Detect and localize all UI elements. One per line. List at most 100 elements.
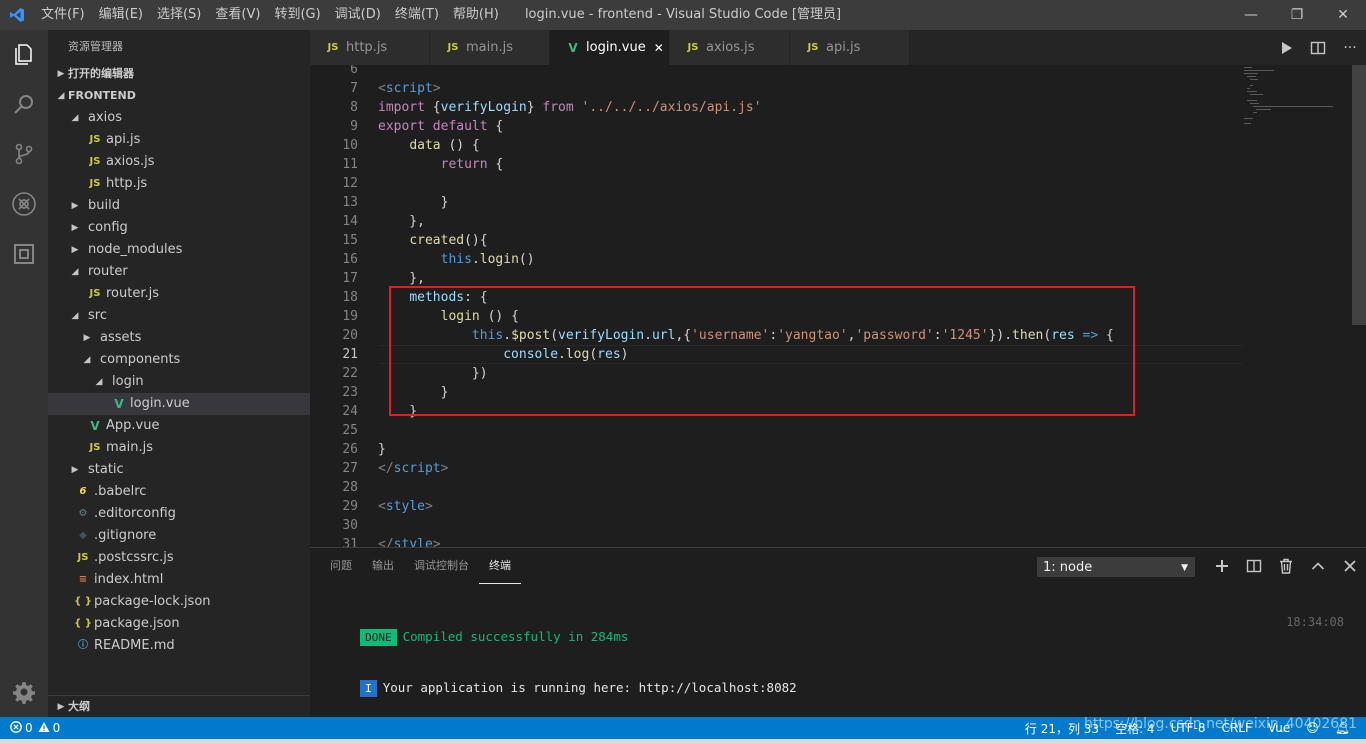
files-icon[interactable] <box>0 30 48 78</box>
code-line: } <box>378 440 1246 459</box>
tree-file[interactable]: ◆ .gitignore <box>48 525 310 547</box>
tree-item-label: .gitignore <box>94 528 157 543</box>
close-tab-icon[interactable]: ✕ <box>654 41 664 55</box>
editor-tab[interactable]: JS main.js <box>430 30 550 65</box>
indentation[interactable]: 空格: 4 <box>1107 720 1163 737</box>
code-token: script <box>385 81 433 96</box>
js-file-icon: JS <box>89 442 101 453</box>
kill-terminal-icon[interactable] <box>1270 548 1302 584</box>
restore-button[interactable]: ❐ <box>1274 0 1320 30</box>
tree-folder[interactable]: ▶ node_modules <box>48 239 310 261</box>
tab-label: axios.js <box>706 40 755 55</box>
debug-icon[interactable] <box>0 180 48 228</box>
tree-folder[interactable]: ◢ axios <box>48 107 310 129</box>
project-header[interactable]: ◢ FRONTEND <box>48 85 310 107</box>
end-of-line[interactable]: CRLF <box>1214 721 1260 735</box>
tree-folder[interactable]: ▶ build <box>48 195 310 217</box>
search-icon[interactable] <box>0 80 48 128</box>
split-editor-icon[interactable] <box>1302 30 1334 65</box>
minimize-button[interactable]: — <box>1228 0 1274 30</box>
chevron-right-icon: ▶ <box>83 333 91 343</box>
tree-file[interactable]: JS .postcssrc.js <box>48 547 310 569</box>
encoding[interactable]: UTF-8 <box>1163 721 1214 735</box>
tree-folder[interactable]: ◢ login <box>48 371 310 393</box>
panel-tab[interactable]: 输出 <box>362 548 404 584</box>
line-number: 6 <box>350 65 358 77</box>
terminal-select[interactable]: 1: node ▼ <box>1037 557 1195 577</box>
menu-item[interactable]: 文件(F) <box>34 0 92 30</box>
tree-folder[interactable]: ◢ src <box>48 305 310 327</box>
code-line: </script> <box>378 459 1246 478</box>
tree-folder[interactable]: ▶ config <box>48 217 310 239</box>
more-actions-icon[interactable]: ··· <box>1334 30 1366 65</box>
tree-file[interactable]: ⓘ README.md <box>48 635 310 657</box>
menu-item[interactable]: 终端(T) <box>388 0 446 30</box>
panel-tab[interactable]: 调试控制台 <box>404 548 479 584</box>
tree-file[interactable]: { } package.json <box>48 613 310 635</box>
tree-file[interactable]: ⚙ .editorconfig <box>48 503 310 525</box>
settings-icon[interactable] <box>0 668 48 716</box>
menu-item[interactable]: 转到(G) <box>267 0 327 30</box>
tree-folder[interactable]: ▶ static <box>48 459 310 481</box>
menu-item[interactable]: 调试(D) <box>328 0 388 30</box>
open-editors-header[interactable]: ▶ 打开的编辑器 <box>48 63 310 85</box>
tree-file[interactable]: JS http.js <box>48 173 310 195</box>
tree-item-label: login.vue <box>130 396 190 411</box>
code-editor[interactable]: 6 7 8 9 10 11 12 13 14 15 16 17 18 19 20 21 22 23 24 25 26 27… <box>310 65 1366 547</box>
split-terminal-icon[interactable] <box>1238 548 1270 584</box>
code-token: { <box>487 119 504 134</box>
problems-status[interactable]: 0 0 <box>0 720 60 736</box>
tree-file[interactable]: JS axios.js <box>48 151 310 173</box>
notifications-bell-icon[interactable]: 🔔︎ <box>1327 721 1358 735</box>
tree-file[interactable]: ≡ index.html <box>48 569 310 591</box>
menu-item[interactable]: 选择(S) <box>150 0 208 30</box>
tree-file[interactable]: JS main.js <box>48 437 310 459</box>
babel-file-icon: 6 <box>79 486 87 497</box>
tree-file[interactable]: { } package-lock.json <box>48 591 310 613</box>
tree-file[interactable]: JS router.js <box>48 283 310 305</box>
extensions-icon[interactable] <box>0 230 48 278</box>
panel-tab[interactable]: 终端 <box>479 548 521 584</box>
close-panel-icon[interactable] <box>1334 548 1366 584</box>
code-token: { <box>487 157 504 172</box>
editor-tab[interactable]: JS http.js <box>310 30 430 65</box>
editor-tab[interactable]: Vlogin.vue ✕ <box>550 30 670 65</box>
menu-item[interactable]: 查看(V) <box>208 0 267 30</box>
menu-item[interactable]: 帮助(H) <box>446 0 506 30</box>
tree-folder[interactable]: ◢ router <box>48 261 310 283</box>
minimap[interactable] <box>1242 65 1352 125</box>
new-terminal-icon[interactable] <box>1206 548 1238 584</box>
tree-file[interactable]: JS api.js <box>48 129 310 151</box>
menu-item[interactable]: 编辑(E) <box>92 0 150 30</box>
smiley-feedback-icon[interactable]: ☺ <box>1298 721 1327 735</box>
scrollbar-thumb[interactable] <box>1352 65 1366 325</box>
code-token: > <box>440 461 449 476</box>
chevron-down-icon: ◢ <box>57 91 65 101</box>
tree-file[interactable]: V App.vue <box>48 415 310 437</box>
source-control-icon[interactable] <box>0 130 48 178</box>
js-file-icon: JS <box>89 134 101 145</box>
editor-tab[interactable]: JS api.js <box>790 30 910 65</box>
tree-file[interactable]: 6 .babelrc <box>48 481 310 503</box>
cursor-position[interactable]: 行 21，列 33 <box>1017 720 1107 737</box>
tree-folder[interactable]: ◢ components <box>48 349 310 371</box>
tree-item-label: package.json <box>94 616 180 631</box>
open-editors-label: 打开的编辑器 <box>68 67 134 80</box>
tree-item-label: package-lock.json <box>94 594 211 609</box>
editor-scrollbar[interactable] <box>1352 65 1366 547</box>
maximize-panel-icon[interactable] <box>1302 548 1334 584</box>
close-window-button[interactable]: ✕ <box>1320 0 1366 30</box>
error-icon <box>10 720 22 736</box>
language-mode[interactable]: Vue <box>1260 721 1298 735</box>
tree-folder[interactable]: ▶ assets <box>48 327 310 349</box>
panel-tab[interactable]: 问题 <box>320 548 362 584</box>
code-line: } <box>378 193 1246 212</box>
outline-header[interactable]: ▶ 大纲 <box>48 695 310 717</box>
run-icon[interactable] <box>1270 30 1302 65</box>
tree-item-label: assets <box>100 330 142 345</box>
editor-tab[interactable]: JS axios.js <box>670 30 790 65</box>
tree-file[interactable]: Vlogin.vue <box>48 393 310 415</box>
